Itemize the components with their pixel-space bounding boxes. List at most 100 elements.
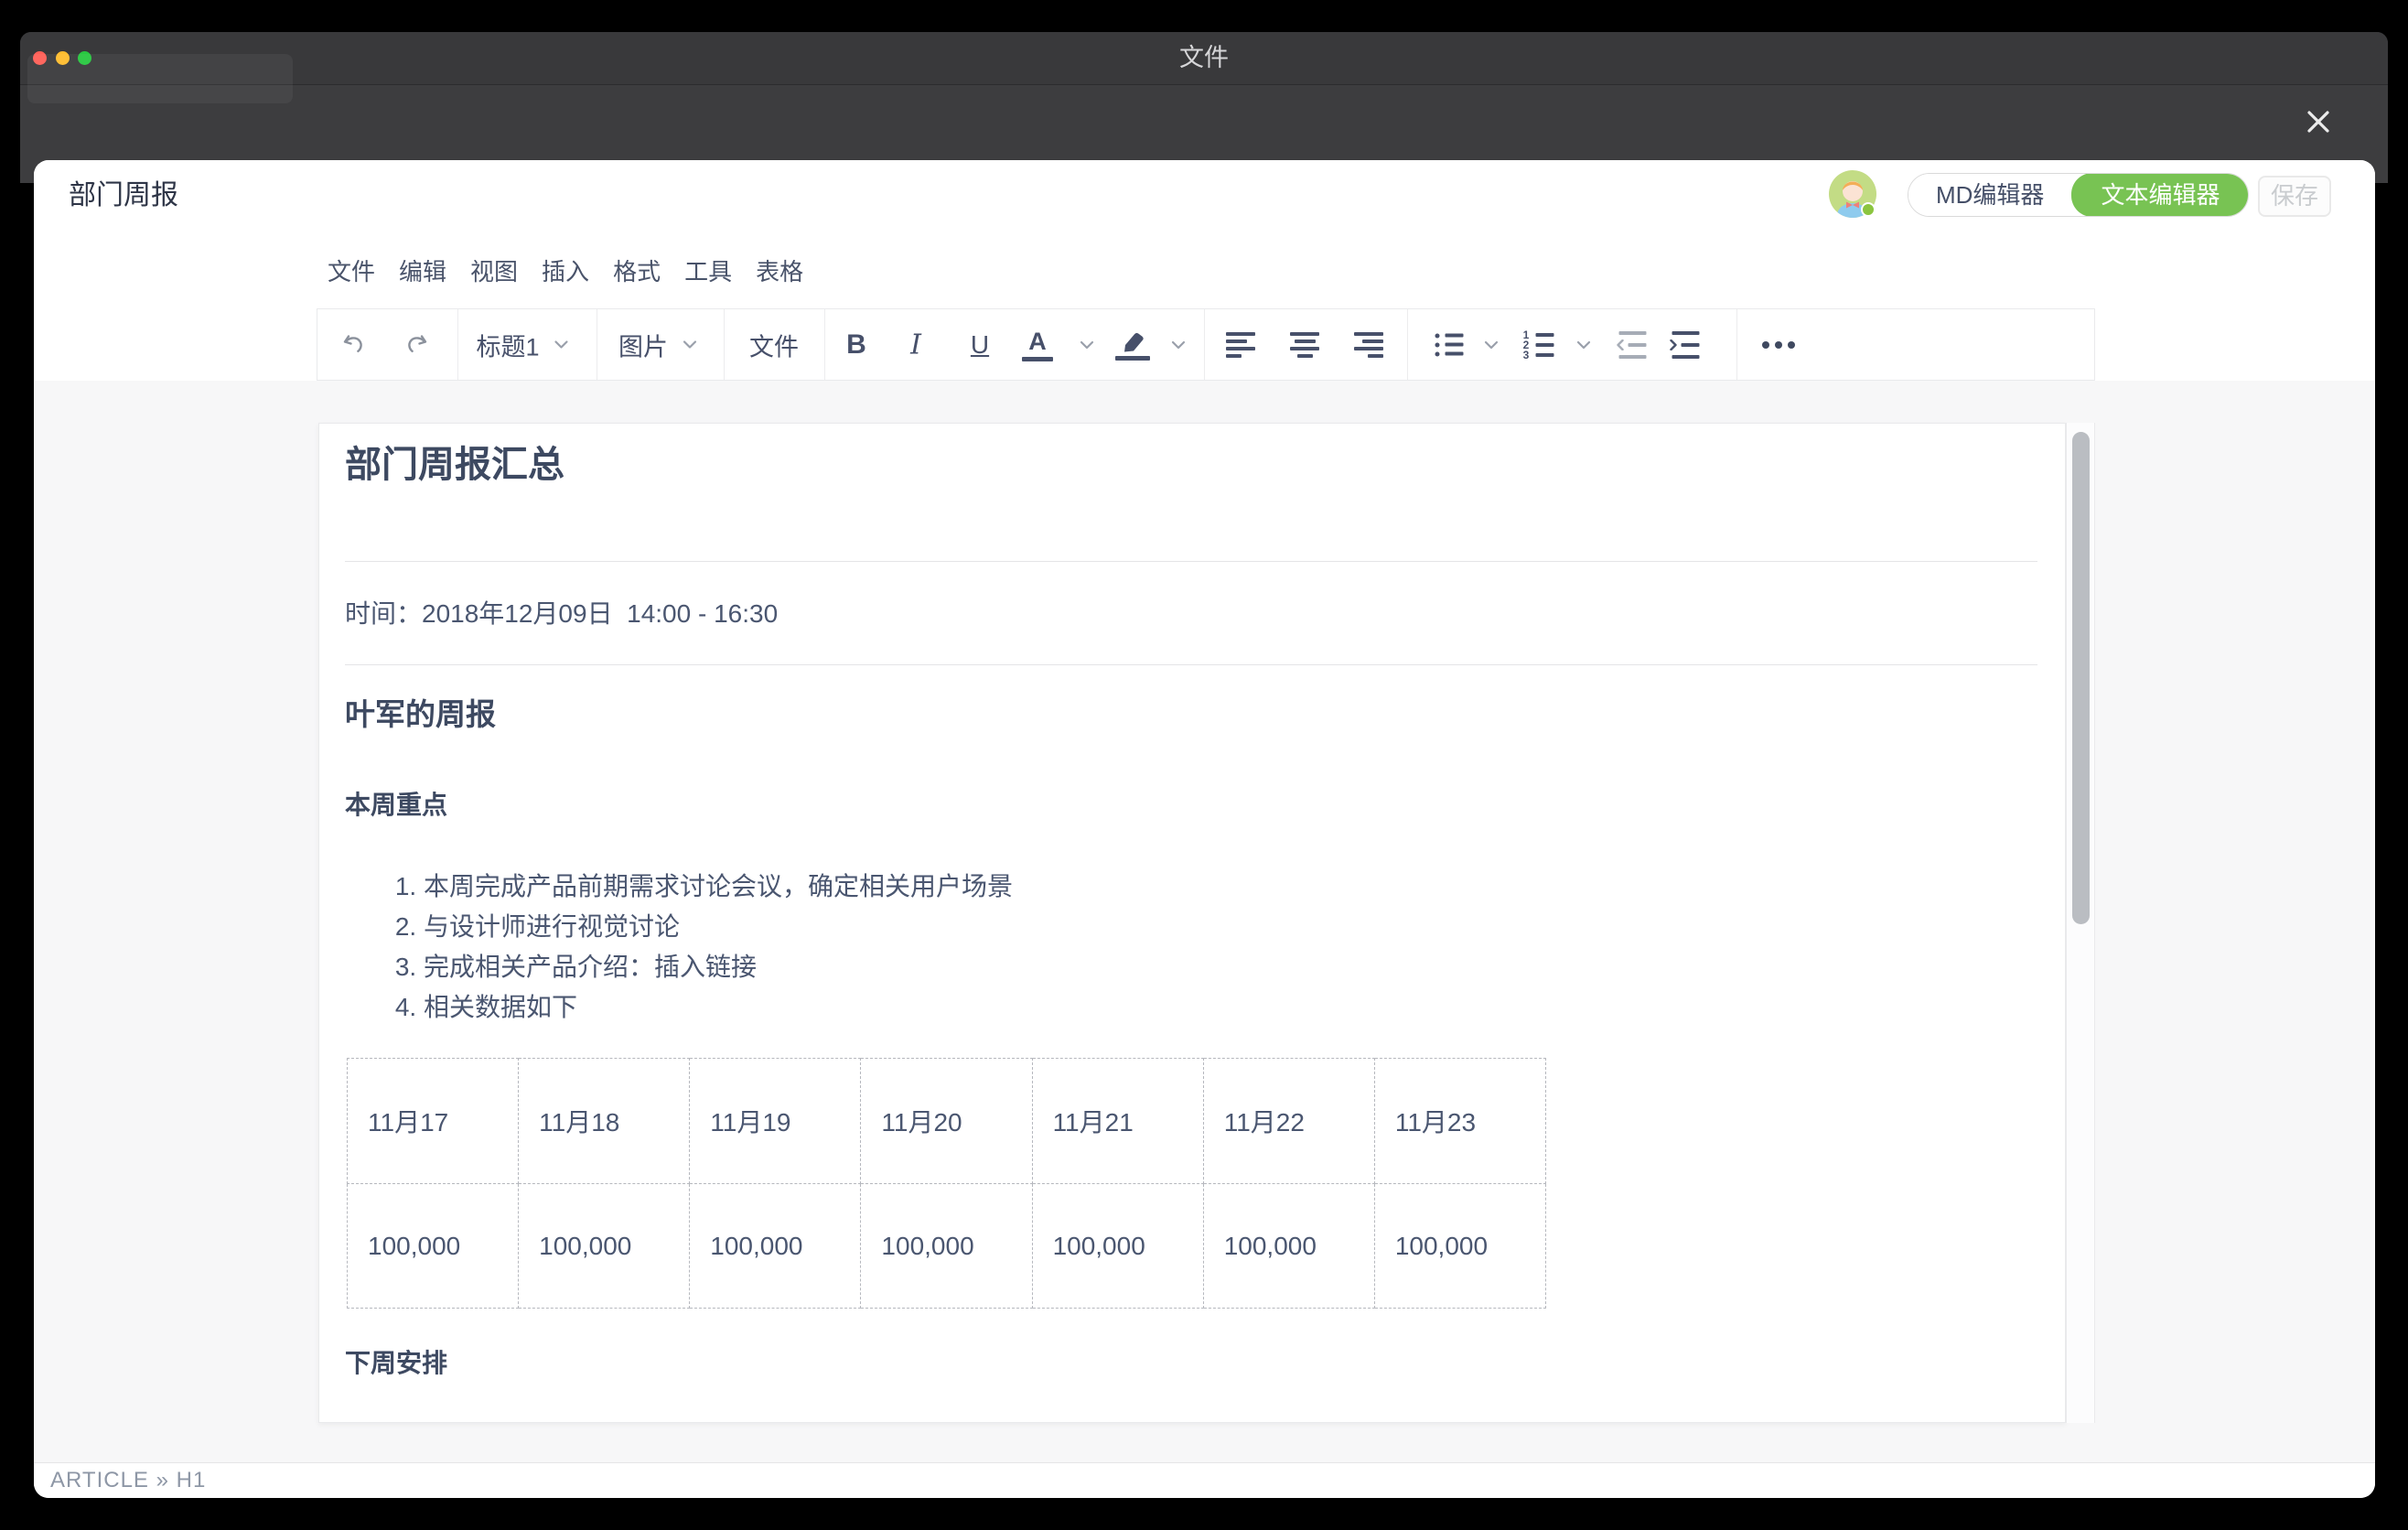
menu-file[interactable]: 文件 (328, 253, 375, 287)
table-cell[interactable]: 11月23 (1374, 1059, 1545, 1184)
doc-title: 部门周报汇总 (345, 442, 564, 488)
highlight-button[interactable] (1115, 329, 1150, 361)
menu-edit[interactable]: 编辑 (399, 253, 446, 287)
background-panel-dimmed (27, 54, 293, 103)
italic-button[interactable]: I (910, 329, 921, 361)
table-cell[interactable]: 100,000 (690, 1184, 861, 1309)
chevron-down-icon (683, 340, 697, 350)
table-cell[interactable]: 11月19 (690, 1059, 861, 1184)
align-left-button[interactable] (1226, 332, 1255, 358)
align-right-button[interactable] (1354, 332, 1383, 358)
numbered-list-chevron[interactable] (1576, 340, 1591, 350)
menu-insert[interactable]: 插入 (542, 253, 589, 287)
menu-tools[interactable]: 工具 (684, 253, 732, 287)
align-center-button[interactable] (1290, 332, 1319, 358)
doc-next-week-heading: 下周安排 (345, 1346, 447, 1381)
image-insert-dropdown[interactable]: 图片 (618, 327, 697, 362)
highlight-chevron[interactable] (1171, 340, 1186, 350)
toolbar-divider (1407, 309, 1408, 380)
align-right-icon (1354, 332, 1383, 358)
list-item: 完成相关产品介绍：插入链接 (424, 947, 1013, 987)
list-item: 本周完成产品前期需求讨论会议，确定相关用户场景 (424, 867, 1013, 907)
toolbar-divider (457, 309, 458, 380)
doc-divider (345, 561, 2037, 562)
outdent-icon (1617, 331, 1647, 359)
table-cell[interactable]: 100,000 (1032, 1184, 1203, 1309)
window-title: 文件 (20, 32, 2388, 84)
bullet-list-icon (1435, 333, 1464, 356)
more-dots-icon (1762, 341, 1795, 349)
user-avatar[interactable] (1829, 170, 1876, 218)
table-cell[interactable]: 11月22 (1203, 1059, 1374, 1184)
list-item: 相关数据如下 (424, 987, 1013, 1028)
breadcrumb: ARTICLE » H1 (50, 1468, 206, 1493)
align-left-icon (1226, 332, 1255, 358)
menu-table[interactable]: 表格 (756, 253, 803, 287)
numbered-list-button[interactable]: 1 2 3 (1522, 332, 1554, 358)
file-insert-button[interactable]: 文件 (749, 327, 799, 362)
doc-time-line: 时间：2018年12月09日 14:00 - 16:30 (345, 596, 778, 632)
modal-header: 部门周报 MD编辑器 文本编辑器 保存 (34, 160, 2375, 232)
more-tools-button[interactable] (1762, 341, 1795, 349)
chevron-down-icon (1484, 340, 1499, 350)
table-row: 11月17 11月18 11月19 11月20 11月21 11月22 11月2… (348, 1059, 1546, 1184)
doc-section-heading: 叶军的周报 (345, 695, 496, 735)
editor-menubar: 文件 编辑 视图 插入 格式 工具 表格 (34, 232, 2375, 308)
bullet-list-button[interactable] (1435, 333, 1464, 356)
numbered-list-icon: 1 2 3 (1522, 332, 1554, 358)
table-cell[interactable]: 11月20 (861, 1059, 1032, 1184)
menu-view[interactable]: 视图 (470, 253, 518, 287)
table-cell[interactable]: 100,000 (519, 1184, 690, 1309)
bullet-list-chevron[interactable] (1484, 340, 1499, 350)
table-cell[interactable]: 100,000 (1374, 1184, 1545, 1309)
table-cell[interactable]: 11月21 (1032, 1059, 1203, 1184)
font-color-button[interactable]: A (1022, 329, 1053, 361)
scrollbar-track[interactable] (2066, 423, 2095, 1423)
md-editor-button[interactable]: MD编辑器 (1908, 174, 2071, 216)
doc-focus-list: 本周完成产品前期需求讨论会议，确定相关用户场景 与设计师进行视觉讨论 完成相关产… (345, 867, 1013, 1028)
chevron-down-icon (554, 340, 569, 350)
chevron-down-icon (1576, 340, 1591, 350)
chevron-down-icon (1171, 340, 1186, 350)
heading-style-dropdown[interactable]: 标题1 (476, 327, 568, 362)
align-center-icon (1290, 332, 1319, 358)
list-item: 与设计师进行视觉讨论 (424, 907, 1013, 947)
toolbar-divider (824, 309, 825, 380)
toolbar-divider (1204, 309, 1205, 380)
editor-content-area: 部门周报汇总 时间：2018年12月09日 14:00 - 16:30 叶军的周… (34, 381, 2375, 1462)
toolbar-divider (724, 309, 725, 380)
redo-button[interactable] (403, 332, 431, 358)
formatting-toolbar: 标题1 图片 文件 B I U A (317, 308, 2095, 381)
close-icon[interactable] (2305, 108, 2332, 135)
outdent-button[interactable] (1617, 331, 1647, 359)
table-cell[interactable]: 11月18 (519, 1059, 690, 1184)
table-cell[interactable]: 100,000 (1203, 1184, 1374, 1309)
bold-button[interactable]: B (846, 329, 866, 361)
doc-data-table: 11月17 11月18 11月19 11月20 11月21 11月22 11月2… (347, 1058, 1546, 1309)
save-button[interactable]: 保存 (2258, 176, 2331, 217)
doc-week-focus-heading: 本周重点 (345, 788, 447, 823)
font-color-chevron[interactable] (1080, 340, 1094, 350)
editor-modal: 部门周报 MD编辑器 文本编辑器 保存 文件 (34, 160, 2375, 1498)
doc-divider (345, 664, 2037, 665)
toolbar-divider (1736, 309, 1737, 380)
macos-titlebar: 文件 (20, 32, 2388, 85)
redo-icon (403, 332, 431, 358)
undo-icon (339, 332, 367, 358)
screen: 文件 部门周报 (0, 0, 2408, 1530)
font-color-icon: A (1022, 329, 1053, 361)
menu-format[interactable]: 格式 (613, 253, 661, 287)
chevron-down-icon (1080, 340, 1094, 350)
text-editor-button[interactable]: 文本编辑器 (2071, 173, 2249, 217)
table-row: 100,000 100,000 100,000 100,000 100,000 … (348, 1184, 1546, 1309)
underline-button[interactable]: U (971, 330, 989, 360)
table-cell[interactable]: 11月17 (348, 1059, 519, 1184)
indent-button[interactable] (1670, 331, 1700, 359)
document-page[interactable]: 部门周报汇总 时间：2018年12月09日 14:00 - 16:30 叶军的周… (318, 423, 2066, 1423)
document-name: 部门周报 (69, 160, 178, 232)
table-cell[interactable]: 100,000 (861, 1184, 1032, 1309)
undo-button[interactable] (339, 332, 367, 358)
table-cell[interactable]: 100,000 (348, 1184, 519, 1309)
status-bar: ARTICLE » H1 (34, 1462, 2375, 1498)
scrollbar-thumb[interactable] (2072, 432, 2090, 924)
